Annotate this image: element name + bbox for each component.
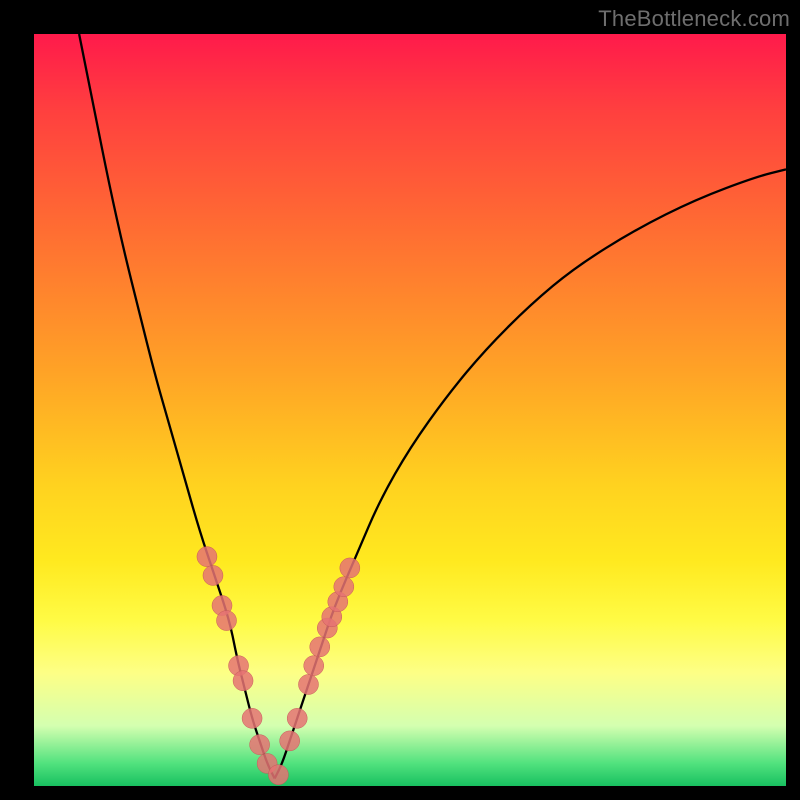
marker-dot	[340, 558, 360, 578]
marker-dot	[233, 671, 253, 691]
watermark-text: TheBottleneck.com	[598, 6, 790, 32]
curve-right-branch	[275, 169, 786, 778]
marker-dot	[250, 735, 270, 755]
marker-dot	[298, 674, 318, 694]
marker-dot	[242, 708, 262, 728]
marker-dot	[310, 637, 330, 657]
chart-frame: TheBottleneck.com	[0, 0, 800, 800]
marker-dot	[197, 547, 217, 567]
marker-dot	[217, 611, 237, 631]
marker-dot	[203, 565, 223, 585]
chart-svg	[34, 34, 786, 786]
marker-dot	[287, 708, 307, 728]
marker-dot	[280, 731, 300, 751]
marker-dot	[268, 765, 288, 785]
marker-dot	[334, 577, 354, 597]
marker-dot	[304, 656, 324, 676]
marker-group	[197, 547, 360, 785]
